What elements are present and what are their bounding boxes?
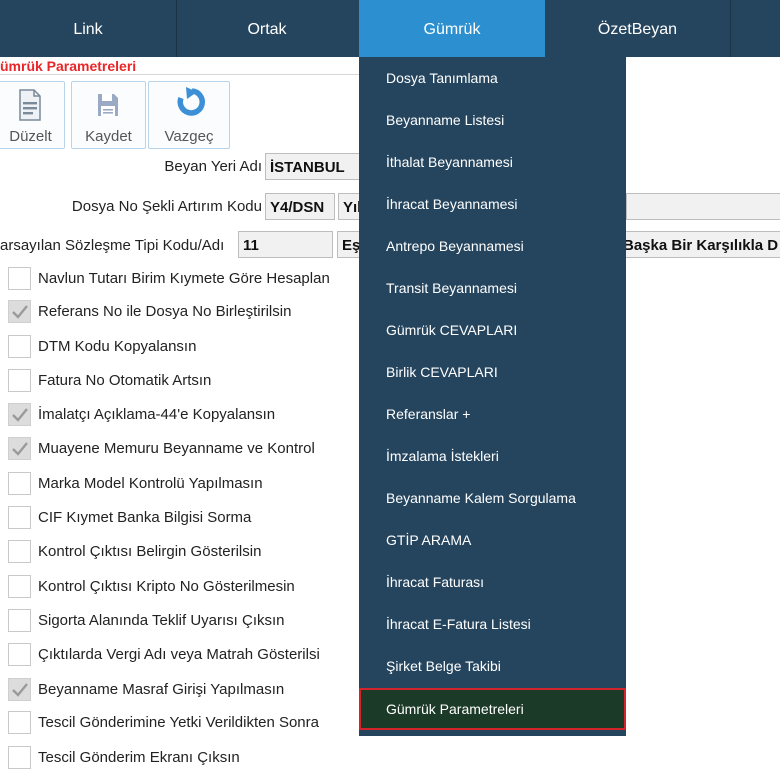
undo-arrow-icon [177,87,205,116]
menu-item[interactable]: İhracat Beyannamesi [359,183,626,225]
menu-item[interactable]: Gümrük Parametreleri [359,688,626,730]
menu-item[interactable]: Dosya Tanımlama [359,57,626,99]
checkbox[interactable] [8,711,31,734]
checkbox[interactable] [8,609,31,632]
checkbox[interactable] [8,506,31,529]
checkbox-label: Çıktılarda Vergi Adı veya Matrah Gösteri… [38,646,320,663]
beyan-yeri-label: Beyan Yeri Adı [164,158,262,175]
checkbox-label: Navlun Tutarı Birim Kıymete Göre Hesapla… [38,270,330,287]
page-title: ümrük Parametreleri [0,58,137,74]
menu-item[interactable]: GTİP ARAMA [359,519,626,561]
menu-item[interactable]: Referanslar + [359,393,626,435]
menu-item[interactable]: Birlik CEVAPLARI [359,351,626,393]
dosya-no-extra-field[interactable] [626,193,780,220]
menu-item[interactable]: Şirket Belge Takibi [359,645,626,687]
menu-item[interactable]: Transit Beyannamesi [359,267,626,309]
sozlesme-extra-field[interactable]: Başka Bir Karşılıkla D [620,231,780,258]
menu-item[interactable]: İthalat Beyannamesi [359,141,626,183]
cancel-button-label: Vazgeç [164,128,214,145]
checkbox[interactable] [8,403,31,426]
checkmark-icon [12,305,28,319]
title-divider [0,74,400,75]
tab-link[interactable]: Link [0,0,176,57]
tab-ozetbeyan[interactable]: ÖzetBeyan [545,0,730,57]
checkmark-icon [12,408,28,422]
checkbox-label: DTM Kodu Kopyalansın [38,338,197,355]
floppy-save-icon [98,94,118,116]
tab-gumruk[interactable]: Gümrük [359,0,545,57]
tab-divider [730,0,731,57]
checkbox-label: Referans No ile Dosya No Birleştirilsin [38,303,292,320]
dosya-no-code-field[interactable]: Y4/DSN [265,193,335,220]
checkbox[interactable] [8,643,31,666]
menu-item[interactable]: Gümrük CEVAPLARI [359,309,626,351]
top-nav-bar: Link Ortak Gümrük ÖzetBeyan [0,0,780,57]
checkbox-label: Marka Model Kontrolü Yapılmasın [38,475,263,492]
cancel-button[interactable]: Vazgeç [148,81,230,149]
checkbox-label: Kontrol Çıktısı Belirgin Gösterilsin [38,543,262,560]
edit-button-label: Düzelt [9,128,52,145]
checkbox[interactable] [8,437,31,460]
menu-item[interactable]: İmzalama İstekleri [359,435,626,477]
checkbox-label: Beyanname Masraf Girişi Yapılmasın [38,681,285,698]
checkmark-icon [12,683,28,697]
checkbox[interactable] [8,300,31,323]
checkbox[interactable] [8,472,31,495]
checkbox-label: Tescil Gönderim Ekranı Çıksın [38,749,240,766]
menu-item[interactable]: Beyanname Kalem Sorgulama [359,477,626,519]
beyan-yeri-field[interactable]: İSTANBUL [265,153,365,180]
checkbox[interactable] [8,678,31,701]
menu-item[interactable]: Beyanname Listesi [359,99,626,141]
checkbox-label: Kontrol Çıktısı Kripto No Gösterilmesin [38,578,295,595]
checkbox-label: CIF Kıymet Banka Bilgisi Sorma [38,509,252,526]
menu-item[interactable]: Antrepo Beyannamesi [359,225,626,267]
checkbox[interactable] [8,540,31,563]
checkbox[interactable] [8,369,31,392]
sozlesme-code-field[interactable]: 11 [238,231,333,258]
tab-ortak[interactable]: Ortak [177,0,357,57]
sozlesme-label: arsayılan Sözleşme Tipi Kodu/Adı [0,237,225,254]
save-button[interactable]: Kaydet [71,81,146,149]
gumruk-dropdown-menu: Dosya Tanımlama Beyanname Listesi İthalat … [359,57,626,736]
checkmark-icon [12,442,28,456]
checkbox-label: Fatura No Otomatik Artsın [38,372,212,389]
checkbox-label: Tescil Gönderimine Yetki Verildikten Son… [38,714,319,731]
checkbox[interactable] [8,746,31,769]
menu-item[interactable]: İhracat E-Fatura Listesi [359,603,626,645]
checkbox-label: İmalatçı Açıklama-44'e Kopyalansın [38,406,276,423]
dosya-no-label: Dosya No Şekli Artırım Kodu [71,198,262,215]
save-button-label: Kaydet [85,128,132,145]
checkbox-label: Muayene Memuru Beyanname ve Kontrol [38,440,315,457]
checkbox[interactable] [8,335,31,358]
checkbox[interactable] [8,267,31,290]
checkbox-label: Sigorta Alanında Teklif Uyarısı Çıksın [38,612,285,629]
document-edit-icon [19,89,41,121]
checkbox[interactable] [8,575,31,598]
menu-item[interactable]: İhracat Faturası [359,561,626,603]
edit-button[interactable]: Düzelt [0,81,65,149]
